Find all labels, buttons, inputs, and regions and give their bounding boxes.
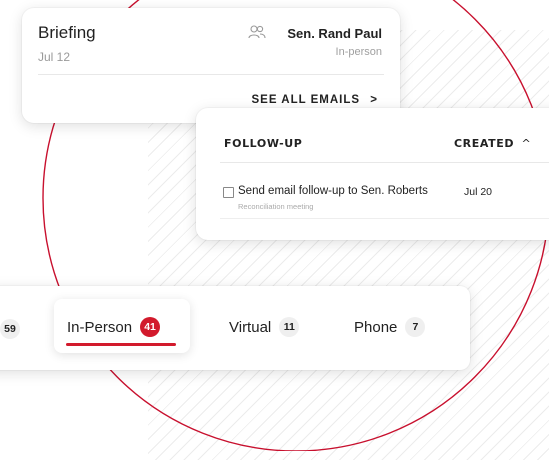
tab-count-badge: 59 — [0, 319, 20, 339]
meeting-type: In-person — [335, 46, 382, 58]
briefing-date: Jul 12 — [38, 50, 71, 64]
tab-label: In-Person — [67, 318, 133, 336]
meeting-type-tabs: 59 In-Person 41 Virtual 11 Phone 7 — [0, 286, 470, 370]
followup-card: FOLLOW-UP CREATED ^ Send email follow-up… — [196, 108, 549, 240]
task-created-date: Jul 20 — [464, 186, 493, 198]
tab-virtual[interactable]: Virtual 11 — [229, 317, 300, 337]
tab-in-person[interactable]: In-Person 41 — [67, 317, 161, 337]
task-checkbox[interactable] — [223, 187, 234, 198]
tab-label: Virtual — [229, 318, 272, 336]
briefing-card: Briefing Jul 12 Sen. Rand Paul In-person… — [22, 8, 400, 123]
attendee-name: Sen. Rand Paul — [287, 26, 382, 41]
active-tab-underline — [66, 343, 176, 346]
created-column-header[interactable]: CREATED ^ — [454, 137, 531, 150]
task-title: Send email follow-up to Sen. Roberts — [238, 185, 428, 197]
divider — [220, 218, 549, 219]
see-all-emails-label: SEE ALL EMAILS — [251, 94, 361, 106]
tab-count-badge: 7 — [405, 317, 426, 337]
people-icon — [248, 25, 266, 39]
tab-count-badge: 41 — [140, 317, 161, 337]
tab-label: Phone — [354, 318, 398, 336]
see-all-emails-link[interactable]: SEE ALL EMAILS > — [252, 94, 379, 106]
divider — [220, 162, 549, 163]
sort-up-icon: ^ — [521, 137, 532, 150]
created-label: CREATED — [454, 137, 515, 150]
divider — [38, 74, 384, 75]
tab-phone[interactable]: Phone 7 — [354, 317, 426, 337]
briefing-title: Briefing — [38, 23, 96, 42]
tab-partial[interactable]: 59 — [0, 319, 20, 339]
task-subtitle: Reconciliation meeting — [238, 202, 314, 211]
tab-count-badge: 11 — [279, 317, 300, 337]
followup-column-header[interactable]: FOLLOW-UP — [224, 137, 302, 150]
chevron-right-icon: > — [370, 94, 378, 106]
